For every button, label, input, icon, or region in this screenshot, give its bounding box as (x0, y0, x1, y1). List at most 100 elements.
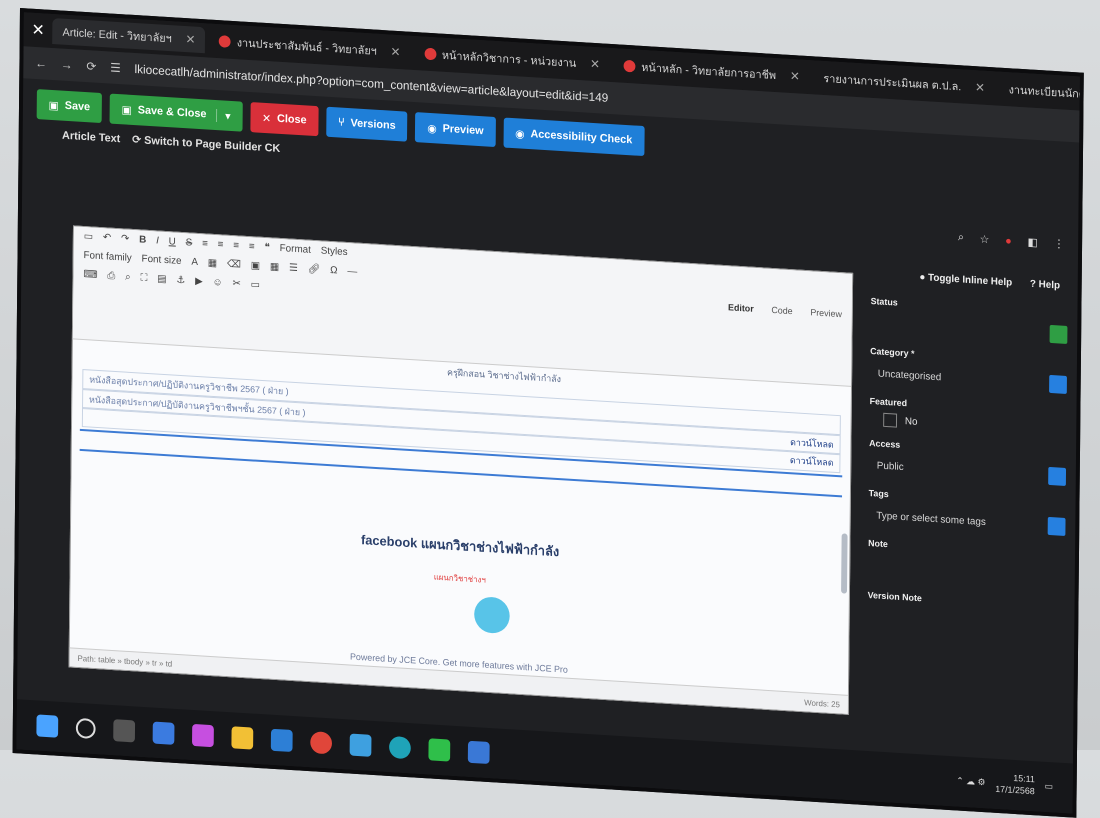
preview-button[interactable]: ◉ Preview (415, 112, 496, 148)
chevron-down-icon[interactable] (1048, 466, 1067, 486)
strikethrough-icon[interactable]: S (186, 237, 193, 248)
hr-icon[interactable]: — (347, 266, 357, 278)
preview-label: Preview (442, 122, 484, 138)
tab-title: หน้าหลัก - วิทยาลัยการอาชีพ (641, 61, 777, 83)
close-tab-icon[interactable]: ✕ (790, 69, 800, 84)
profile-icon[interactable]: ● (1005, 235, 1012, 247)
image-icon[interactable]: ▣ (251, 260, 260, 272)
table-icon[interactable]: ▦ (270, 261, 279, 273)
menu-icon[interactable]: ⋮ (1053, 237, 1064, 251)
network-icon[interactable]: ⌃ ☁ ⚙ (956, 775, 985, 788)
chevron-down-icon[interactable]: ▾ (216, 108, 231, 123)
italic-icon[interactable]: I (156, 235, 159, 246)
chevron-down-icon[interactable] (1049, 374, 1067, 394)
extensions-icon[interactable]: ◧ (1027, 235, 1037, 249)
category-select[interactable]: Uncategorised (870, 362, 1067, 396)
tab-editor[interactable]: Editor (728, 302, 754, 314)
start-icon[interactable] (36, 714, 59, 738)
bold-icon[interactable]: B (139, 234, 146, 245)
emoji-icon[interactable]: ☺ (213, 277, 223, 289)
styles-select[interactable]: Styles (321, 245, 348, 258)
copilot-icon[interactable] (192, 723, 214, 748)
tab-6[interactable]: งานทะเบียนนักศึกษา ✕ (999, 76, 1084, 111)
reload-icon[interactable]: ⟳ (86, 59, 96, 74)
edge-icon[interactable] (389, 735, 411, 760)
app-icon[interactable] (467, 740, 490, 765)
close-button[interactable]: ✕ Close (250, 102, 319, 137)
anchor-icon[interactable]: ⚓ (176, 275, 185, 287)
download-link[interactable]: ดาวน์โหลด (790, 453, 834, 470)
redo-icon[interactable]: ↷ (121, 233, 129, 245)
table-header-cell[interactable]: ครุฝึกสอน วิชาช่างไฟฟ้ากำลัง (447, 365, 561, 386)
scrollbar[interactable] (841, 533, 848, 594)
search-icon[interactable]: ⌕ (958, 231, 964, 244)
featured-value: No (904, 415, 918, 428)
chevron-down-icon[interactable] (1047, 516, 1066, 536)
align-right-icon[interactable]: ≡ (233, 240, 239, 251)
special-char-icon[interactable]: Ω (330, 265, 337, 276)
help-button[interactable]: ? Help (1030, 279, 1060, 292)
font-size-select[interactable]: Font size (142, 254, 182, 267)
source-icon[interactable]: ⌨ (83, 269, 97, 281)
tab-title: งานประชาสัมพันธ์ - วิทยาลัยฯ (236, 37, 377, 58)
download-link[interactable]: ดาวน์โหลด (790, 435, 834, 452)
toggle-inline-help-button[interactable]: ● Toggle Inline Help (919, 272, 1012, 289)
task-view-icon[interactable] (113, 719, 136, 743)
article-options-sidebar: Status Category * Uncategorised Featured… (868, 284, 1068, 612)
tab-title: หน้าหลักวิชาการ - หน่วยงาน (441, 49, 577, 70)
tab-preview[interactable]: Preview (810, 307, 842, 319)
visual-aid-icon[interactable]: ▤ (157, 274, 166, 286)
font-family-select[interactable]: Font family (84, 250, 132, 264)
store-icon[interactable] (270, 728, 293, 753)
status-dropdown-icon[interactable] (1049, 324, 1068, 344)
chrome-icon[interactable] (310, 731, 333, 755)
status-field[interactable] (870, 312, 1068, 346)
clock[interactable]: 15:11 17/1/2568 (995, 771, 1035, 797)
format-select[interactable]: Format (280, 243, 311, 256)
featured-checkbox[interactable] (883, 412, 898, 428)
save-icon: ▣ (48, 99, 59, 112)
star-icon[interactable]: ☆ (980, 233, 990, 247)
save-close-label: Save & Close (137, 104, 207, 121)
blockquote-icon[interactable]: ❝ (264, 242, 269, 253)
tab-article-edit[interactable]: Article: Edit - วิทยาลัยฯ ✕ (52, 18, 206, 54)
media-icon[interactable]: ▶ (195, 276, 203, 287)
versions-icon: ⑂ (338, 116, 345, 129)
new-doc-icon[interactable]: ▭ (84, 231, 93, 243)
search-replace-icon[interactable]: ⌕ (125, 272, 131, 283)
site-info-icon[interactable]: ☰ (110, 61, 121, 76)
underline-icon[interactable]: U (169, 236, 176, 247)
forward-icon[interactable]: → (61, 58, 73, 73)
access-select[interactable]: Public (869, 454, 1067, 488)
close-tab-icon[interactable]: ✕ (185, 32, 195, 47)
link-icon[interactable]: 🔗︎ (308, 264, 321, 276)
align-left-icon[interactable]: ≡ (202, 238, 208, 249)
close-tab-icon[interactable]: ✕ (391, 45, 401, 60)
tab-code[interactable]: Code (771, 305, 792, 316)
fullscreen-icon[interactable]: ⛶ (140, 273, 147, 284)
tags-input[interactable]: Type or select some tags (868, 504, 1066, 538)
search-icon[interactable] (75, 717, 96, 740)
list-icon[interactable]: ☰ (289, 263, 298, 275)
print-icon[interactable]: ⎙ (107, 270, 115, 281)
file-explorer-icon[interactable] (231, 726, 254, 750)
widgets-icon[interactable] (152, 721, 175, 745)
cut-icon[interactable]: ✂ (232, 278, 240, 290)
align-justify-icon[interactable]: ≡ (249, 241, 255, 252)
photos-icon[interactable] (349, 733, 372, 757)
save-button[interactable]: ▣ Save (36, 89, 103, 124)
align-center-icon[interactable]: ≡ (218, 239, 224, 250)
back-icon[interactable]: ← (35, 56, 47, 71)
tab-title: รายงานการประเมินผล ต.ป.ล. (823, 72, 962, 94)
site-favicon-icon (424, 47, 437, 61)
paste-icon[interactable]: ▭ (251, 279, 260, 291)
clear-format-icon[interactable]: ⌫ (227, 259, 241, 271)
versions-button[interactable]: ⑂ Versions (326, 106, 408, 142)
close-tab-icon[interactable]: ✕ (975, 80, 985, 95)
notification-icon[interactable]: ▭ (1045, 780, 1053, 792)
undo-icon[interactable]: ↶ (103, 232, 111, 244)
text-color-icon[interactable]: A (191, 257, 198, 268)
highlight-icon[interactable]: ▦ (208, 258, 217, 270)
close-tab-icon[interactable]: ✕ (590, 57, 600, 72)
switch-page-builder-link[interactable]: ⟳ Switch to Page Builder CK (132, 133, 280, 155)
